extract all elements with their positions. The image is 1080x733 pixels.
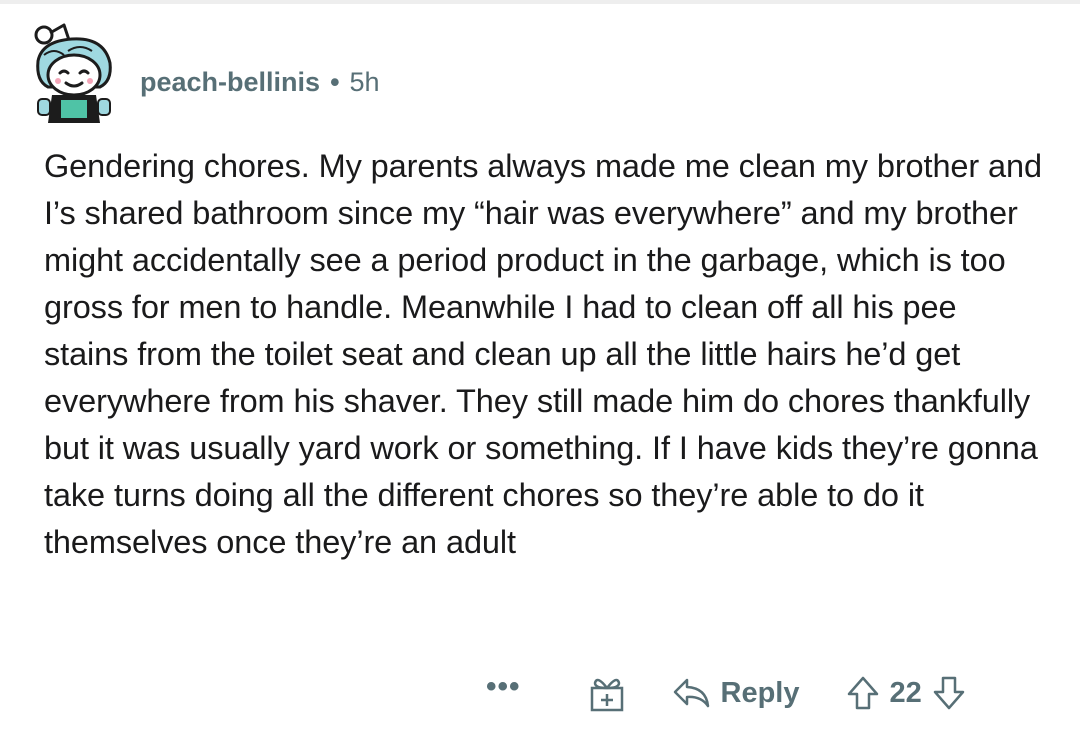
snoo-avatar-icon [34,23,112,123]
comment-meta: peach-bellinis • 5h [140,67,380,98]
author-username[interactable]: peach-bellinis [140,67,320,98]
timestamp: 5h [349,66,380,97]
upvote-arrow-icon[interactable] [846,675,880,711]
vote-score: 22 [889,676,922,709]
award-gift-icon[interactable] [587,673,627,713]
reply-label: Reply [720,676,800,709]
comment-card: peach-bellinis • 5h Gendering chores. My… [0,0,1080,733]
avatar[interactable] [30,21,118,129]
vote-controls: 22 [846,675,966,711]
downvote-arrow-icon[interactable] [932,675,966,711]
comment-header: peach-bellinis • 5h [30,20,380,130]
comment-body: Gendering chores. My parents always made… [44,148,1042,560]
more-options-icon[interactable]: ••• [486,672,521,702]
comment-action-bar: ••• Reply 22 [470,666,1060,720]
reply-arrow-icon [673,678,709,708]
meta-separator: • [330,66,340,97]
reply-button[interactable]: Reply [671,676,800,710]
